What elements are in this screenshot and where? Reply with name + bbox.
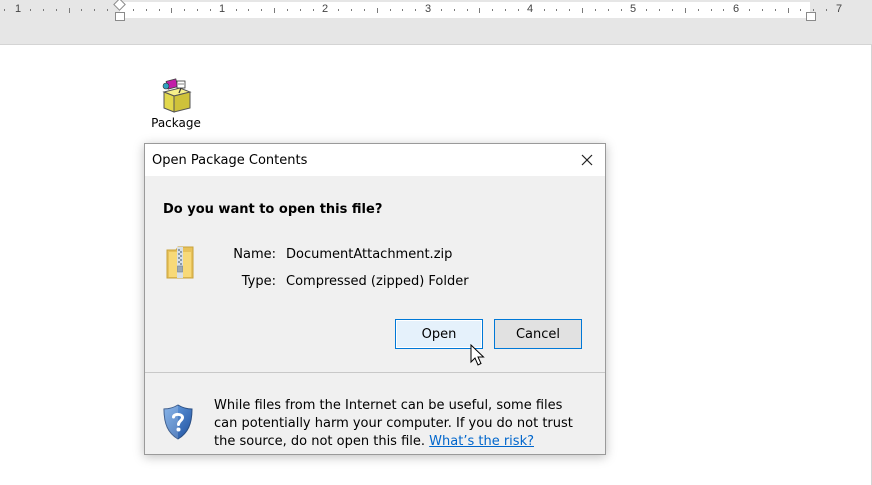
security-warning: While files from the Internet can be use… [214, 397, 589, 451]
ruler-tick [68, 7, 70, 13]
left-indent-marker[interactable] [115, 12, 125, 21]
ruler-number: 6 [732, 3, 740, 15]
package-icon [162, 78, 192, 113]
ruler-tick [479, 7, 481, 13]
close-button[interactable] [569, 144, 605, 176]
ruler-tick [517, 9, 519, 11]
ruler-number: 1 [14, 3, 22, 15]
package-label: Package [151, 116, 201, 130]
right-indent-marker[interactable] [806, 12, 816, 21]
name-label: Name: [233, 247, 276, 262]
ruler-number: 3 [424, 3, 432, 15]
type-label: Type: [241, 274, 276, 289]
ruler-tick [466, 9, 468, 11]
ruler-tick [132, 9, 134, 11]
ruler-tick [710, 9, 712, 11]
ruler-tick [363, 9, 365, 11]
ruler-tick [402, 9, 404, 11]
ruler-tick [787, 7, 789, 13]
horizontal-ruler[interactable]: 1 1 2 3 4 5 6 7 [0, 0, 872, 21]
ruler-tick [800, 9, 802, 11]
shield-question-icon [163, 404, 193, 440]
dialog-question: Do you want to open this file? [163, 202, 383, 217]
ruler-tick [209, 9, 211, 11]
ruler-tick [723, 9, 725, 11]
ruler-tick [261, 9, 263, 11]
ruler-tick [556, 9, 558, 11]
ruler-tick [761, 9, 763, 11]
zip-folder-icon [166, 246, 194, 279]
ruler-tick [158, 9, 160, 11]
ruler-tick [299, 9, 301, 11]
ruler-tick [607, 9, 609, 11]
ruler-tick [492, 9, 494, 11]
ruler-tick [312, 9, 314, 11]
ruler-tick [415, 9, 417, 11]
ruler-tick [697, 9, 699, 11]
ruler-number: 1 [218, 3, 226, 15]
ruler-number: 7 [835, 3, 843, 15]
ruler-tick [453, 9, 455, 11]
ruler-tick [171, 7, 173, 13]
package-object[interactable]: Package [150, 78, 202, 130]
dialog-titlebar[interactable]: Open Package Contents [145, 144, 605, 176]
ruler-tick [646, 9, 648, 11]
ruler-tick [81, 9, 83, 11]
ruler-tick [659, 9, 661, 11]
ruler-tick [248, 9, 250, 11]
ruler-tick [543, 9, 545, 11]
close-icon [581, 154, 593, 166]
dialog-divider [145, 372, 605, 373]
mouse-cursor-icon [470, 344, 485, 366]
ruler-tick [235, 9, 237, 11]
ruler-tick [594, 9, 596, 11]
ruler-tick [30, 9, 32, 11]
ruler-tick [389, 9, 391, 11]
ruler-tick [197, 9, 199, 11]
ruler-tick [582, 7, 584, 13]
whats-the-risk-link[interactable]: What’s the risk? [429, 434, 534, 449]
name-value: DocumentAttachment.zip [286, 247, 453, 262]
ruler-tick [774, 9, 776, 11]
ruler-tick [286, 9, 288, 11]
ruler-tick [274, 7, 276, 13]
ruler-tick [440, 9, 442, 11]
dialog-title: Open Package Contents [152, 153, 308, 168]
ruler-tick [351, 9, 353, 11]
ruler-tick [672, 9, 673, 11]
ruler-tick [749, 9, 751, 11]
type-value: Compressed (zipped) Folder [286, 274, 469, 289]
ruler-tick [55, 9, 57, 11]
ruler-tick [184, 9, 186, 11]
ruler-tick [94, 9, 96, 11]
cancel-button[interactable]: Cancel [494, 319, 582, 349]
ruler-tick [569, 9, 571, 11]
ruler-tick [338, 9, 340, 11]
ruler-tick [107, 9, 109, 11]
ruler-number: 2 [321, 3, 329, 15]
ruler-tick [505, 9, 507, 11]
ruler-tick [826, 9, 828, 11]
ruler-number: 4 [526, 3, 534, 15]
ruler-tick [684, 7, 686, 13]
ruler-tick [376, 7, 378, 13]
ruler-tick [813, 9, 815, 11]
ruler-tick [4, 9, 6, 11]
ruler-tick [42, 9, 44, 11]
ruler-tick [145, 9, 147, 11]
ruler-number: 5 [629, 3, 637, 15]
open-package-dialog: Open Package Contents Do you want to ope… [144, 143, 606, 455]
ruler-tick [620, 9, 622, 11]
